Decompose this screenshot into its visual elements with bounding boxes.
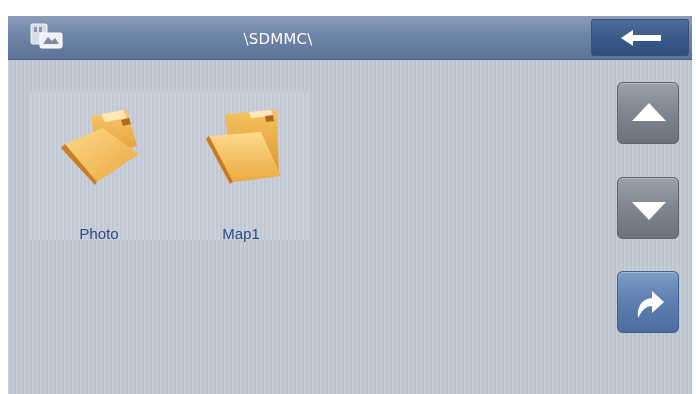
file-list: Photo Map1 xyxy=(30,92,308,243)
current-path-title: \SDMMC\ xyxy=(243,30,313,48)
folder-icon xyxy=(61,110,139,185)
title-bar: \SDMMC\ xyxy=(8,16,692,60)
file-item-map1[interactable]: Map1 xyxy=(186,106,296,243)
device-card-icon xyxy=(28,22,68,52)
triangle-down-icon xyxy=(632,202,666,220)
file-browser-screen: \SDMMC\ Photo Map1 xyxy=(8,16,692,394)
file-label: Map1 xyxy=(222,226,260,243)
file-label: Photo xyxy=(79,226,119,243)
scroll-up-button[interactable] xyxy=(617,82,679,144)
folder-open-icon xyxy=(206,110,281,184)
arrow-left-icon xyxy=(621,30,661,46)
file-item-photo[interactable]: Photo xyxy=(44,106,154,243)
open-button[interactable] xyxy=(617,271,679,333)
triangle-up-icon xyxy=(632,103,666,121)
curved-arrow-right-icon xyxy=(637,291,664,318)
scroll-down-button[interactable] xyxy=(617,177,679,239)
back-button[interactable] xyxy=(591,19,689,56)
